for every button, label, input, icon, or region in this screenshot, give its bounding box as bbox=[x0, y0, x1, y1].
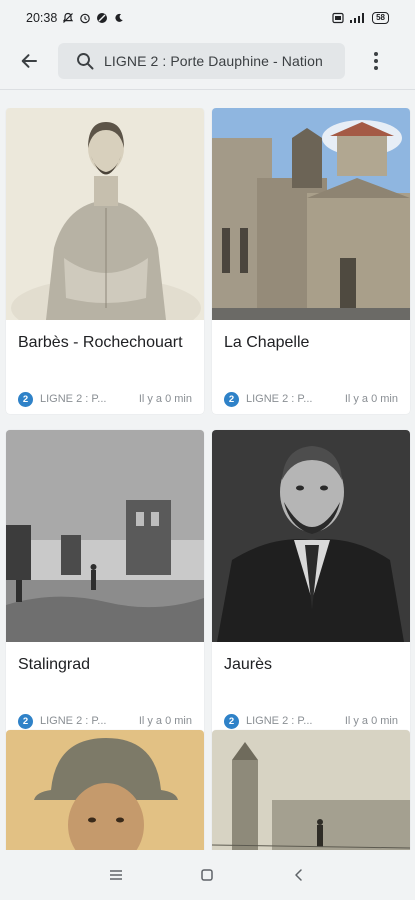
nav-home-button[interactable] bbox=[187, 855, 227, 895]
station-title: Jaurès bbox=[224, 656, 273, 673]
line-label: LIGNE 2 : P... bbox=[40, 393, 107, 405]
station-image-photo-portrait bbox=[212, 430, 410, 642]
battery-indicator: 58 bbox=[372, 12, 389, 24]
station-meta: 2 LIGNE 2 : P... Il y a 0 min bbox=[212, 384, 410, 414]
chevron-left-icon bbox=[295, 869, 302, 881]
home-square-icon bbox=[201, 869, 214, 881]
station-card[interactable] bbox=[212, 730, 410, 850]
nav-menu-button[interactable] bbox=[96, 855, 136, 895]
nav-back-button[interactable] bbox=[279, 855, 319, 895]
station-image-engraved-portrait bbox=[6, 108, 204, 320]
search-icon bbox=[77, 53, 94, 70]
station-card[interactable]: La Chapelle 2 LIGNE 2 : P... Il y a 0 mi… bbox=[212, 108, 410, 414]
arrow-back-icon bbox=[21, 54, 37, 68]
moon-icon bbox=[113, 12, 125, 24]
station-title: Stalingrad bbox=[18, 656, 91, 673]
timestamp: Il y a 0 min bbox=[344, 393, 398, 405]
station-meta: 2 LIGNE 2 : P... Il y a 0 min bbox=[6, 384, 204, 414]
metro-line-badge: 2 bbox=[224, 713, 239, 729]
no-disturb-icon bbox=[96, 12, 108, 24]
station-image-ruins bbox=[6, 430, 204, 642]
metro-line-badge: 2 bbox=[224, 391, 239, 407]
metro-line-badge: 2 bbox=[18, 713, 33, 729]
back-button[interactable] bbox=[0, 36, 58, 86]
station-grid: Barbès - Rochechouart 2 LIGNE 2 : P... I… bbox=[0, 108, 415, 850]
line-label: LIGNE 2 : P... bbox=[40, 715, 107, 727]
more-vert-icon bbox=[374, 52, 378, 70]
station-card[interactable] bbox=[6, 730, 204, 850]
station-title: Barbès - Rochechouart bbox=[18, 334, 183, 351]
search-query-text: LIGNE 2 : Porte Dauphine - Nation bbox=[104, 53, 323, 69]
timestamp: Il y a 0 min bbox=[344, 715, 398, 727]
timestamp: Il y a 0 min bbox=[138, 715, 192, 727]
system-navigation-bar bbox=[0, 850, 415, 900]
more-options-button[interactable] bbox=[351, 36, 401, 86]
station-card[interactable]: Jaurès 2 LIGNE 2 : P... Il y a 0 min bbox=[212, 430, 410, 736]
status-time: 20:38 bbox=[26, 11, 58, 25]
station-image-soldier-portrait bbox=[6, 730, 204, 850]
data-saver-icon bbox=[332, 12, 344, 24]
status-bar: 20:38 58 bbox=[0, 0, 415, 36]
station-image-postcard bbox=[212, 730, 410, 850]
station-title: La Chapelle bbox=[224, 334, 310, 351]
line-label: LIGNE 2 : P... bbox=[246, 715, 313, 727]
station-image-church bbox=[212, 108, 410, 320]
line-label: LIGNE 2 : P... bbox=[246, 393, 313, 405]
alarm-icon bbox=[79, 12, 91, 24]
timestamp: Il y a 0 min bbox=[138, 393, 192, 405]
app-bar-divider bbox=[0, 89, 415, 90]
metro-line-badge: 2 bbox=[18, 391, 33, 407]
station-card[interactable]: Stalingrad 2 LIGNE 2 : P... Il y a 0 min bbox=[6, 430, 204, 736]
app-bar: LIGNE 2 : Porte Dauphine - Nation bbox=[0, 36, 415, 86]
station-card[interactable]: Barbès - Rochechouart 2 LIGNE 2 : P... I… bbox=[6, 108, 204, 414]
notification-muted-icon bbox=[62, 12, 74, 24]
signal-icon bbox=[349, 12, 367, 24]
search-field[interactable]: LIGNE 2 : Porte Dauphine - Nation bbox=[58, 43, 345, 79]
menu-icon bbox=[109, 870, 122, 880]
